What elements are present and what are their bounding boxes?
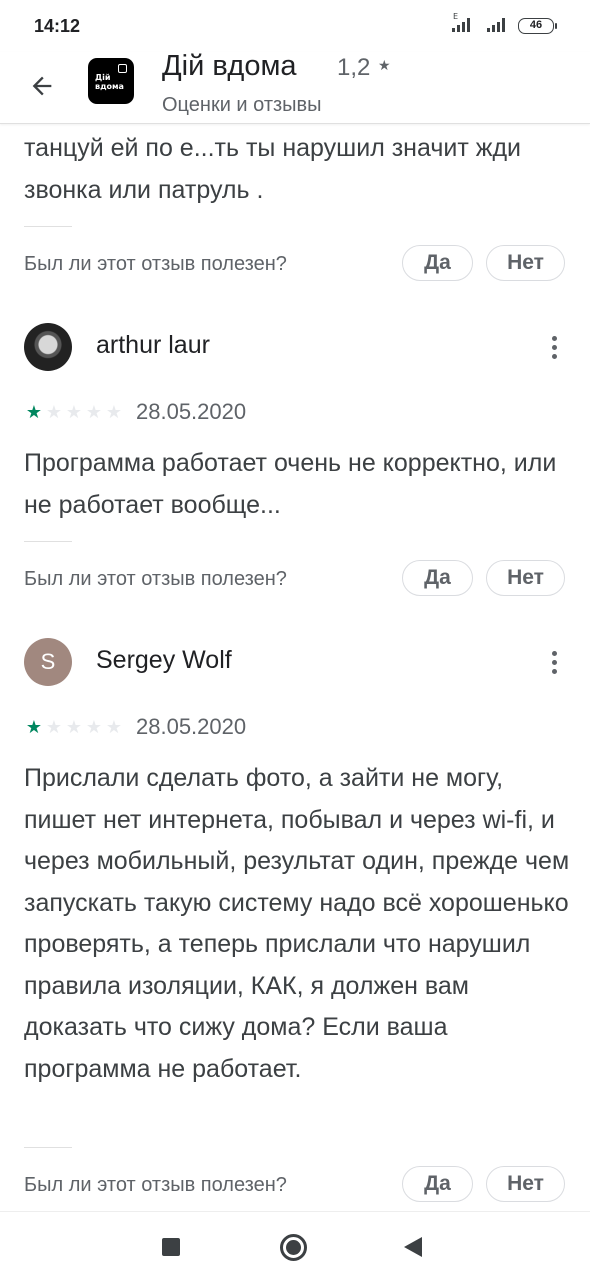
reviews-list[interactable]: танцуй ей по е...ть ты нарушил значит жд… bbox=[0, 125, 590, 1211]
helpful-question: Был ли этот отзыв полезен? bbox=[24, 1174, 287, 1196]
star-icon: ★ bbox=[105, 402, 123, 422]
signal-strength-icon bbox=[452, 18, 470, 32]
house-icon bbox=[118, 64, 127, 73]
star-rating: ★ ★ ★ ★ ★ bbox=[24, 402, 124, 422]
back-button[interactable] bbox=[22, 66, 62, 106]
helpful-yes-button[interactable]: Да bbox=[402, 1166, 473, 1202]
app-bar: Дій вдома Дій вдома 1,2 ★ Оценки и отзыв… bbox=[0, 50, 590, 124]
review-divider bbox=[24, 1147, 72, 1148]
rating-star-icon: ★ bbox=[378, 57, 391, 73]
arrow-left-icon bbox=[32, 76, 52, 96]
page-subtitle: Оценки и отзывы bbox=[162, 94, 322, 116]
more-vert-icon bbox=[551, 335, 557, 341]
review-divider bbox=[24, 541, 72, 542]
star-icon: ★ bbox=[65, 402, 83, 422]
star-icon: ★ bbox=[65, 717, 83, 737]
more-options-button[interactable] bbox=[540, 644, 568, 680]
app-icon-label: Дій вдома bbox=[95, 73, 124, 91]
battery-icon: 46 bbox=[518, 18, 557, 34]
review-divider bbox=[24, 226, 72, 227]
more-vert-icon bbox=[551, 650, 557, 656]
helpful-question: Был ли этот отзыв полезен? bbox=[24, 253, 287, 275]
review-date: 28.05.2020 bbox=[136, 714, 247, 739]
review-text[interactable]: Программа работает очень не корректно, и… bbox=[24, 443, 574, 526]
helpful-no-button[interactable]: Нет bbox=[486, 560, 565, 596]
signal-strength-icon-sim2 bbox=[487, 18, 505, 32]
avatar bbox=[24, 323, 72, 371]
app-rating: 1,2 bbox=[337, 54, 371, 81]
home-circle-icon[interactable] bbox=[280, 1234, 307, 1261]
star-icon: ★ bbox=[105, 717, 123, 737]
star-icon: ★ bbox=[25, 717, 43, 737]
avatar: S bbox=[24, 638, 72, 686]
star-icon: ★ bbox=[45, 402, 63, 422]
recents-square-icon[interactable] bbox=[162, 1238, 180, 1256]
app-title: Дій вдома bbox=[162, 50, 297, 82]
review-text: танцуй ей по е...ть ты нарушил значит жд… bbox=[24, 134, 522, 204]
helpful-yes-button[interactable]: Да bbox=[402, 245, 473, 281]
star-rating: ★ ★ ★ ★ ★ bbox=[24, 717, 124, 737]
more-options-button[interactable] bbox=[540, 329, 568, 365]
helpful-question: Был ли этот отзыв полезен? bbox=[24, 568, 287, 590]
review-author: arthur laur bbox=[96, 331, 210, 359]
system-nav-bar bbox=[0, 1211, 590, 1280]
app-icon[interactable]: Дій вдома bbox=[88, 58, 134, 104]
review-author: Sergey Wolf bbox=[96, 646, 232, 674]
star-icon: ★ bbox=[85, 717, 103, 737]
star-icon: ★ bbox=[25, 402, 43, 422]
review-text[interactable]: Прислали сделать фото, а зайти не могу, … bbox=[24, 758, 574, 1090]
status-bar: 14:12 E 46 bbox=[0, 0, 590, 52]
helpful-yes-button[interactable]: Да bbox=[402, 560, 473, 596]
review-date: 28.05.2020 bbox=[136, 399, 247, 424]
back-triangle-icon[interactable] bbox=[404, 1237, 422, 1257]
status-time: 14:12 bbox=[34, 16, 81, 36]
star-icon: ★ bbox=[85, 402, 103, 422]
star-icon: ★ bbox=[45, 717, 63, 737]
helpful-no-button[interactable]: Нет bbox=[486, 245, 565, 281]
helpful-no-button[interactable]: Нет bbox=[486, 1166, 565, 1202]
